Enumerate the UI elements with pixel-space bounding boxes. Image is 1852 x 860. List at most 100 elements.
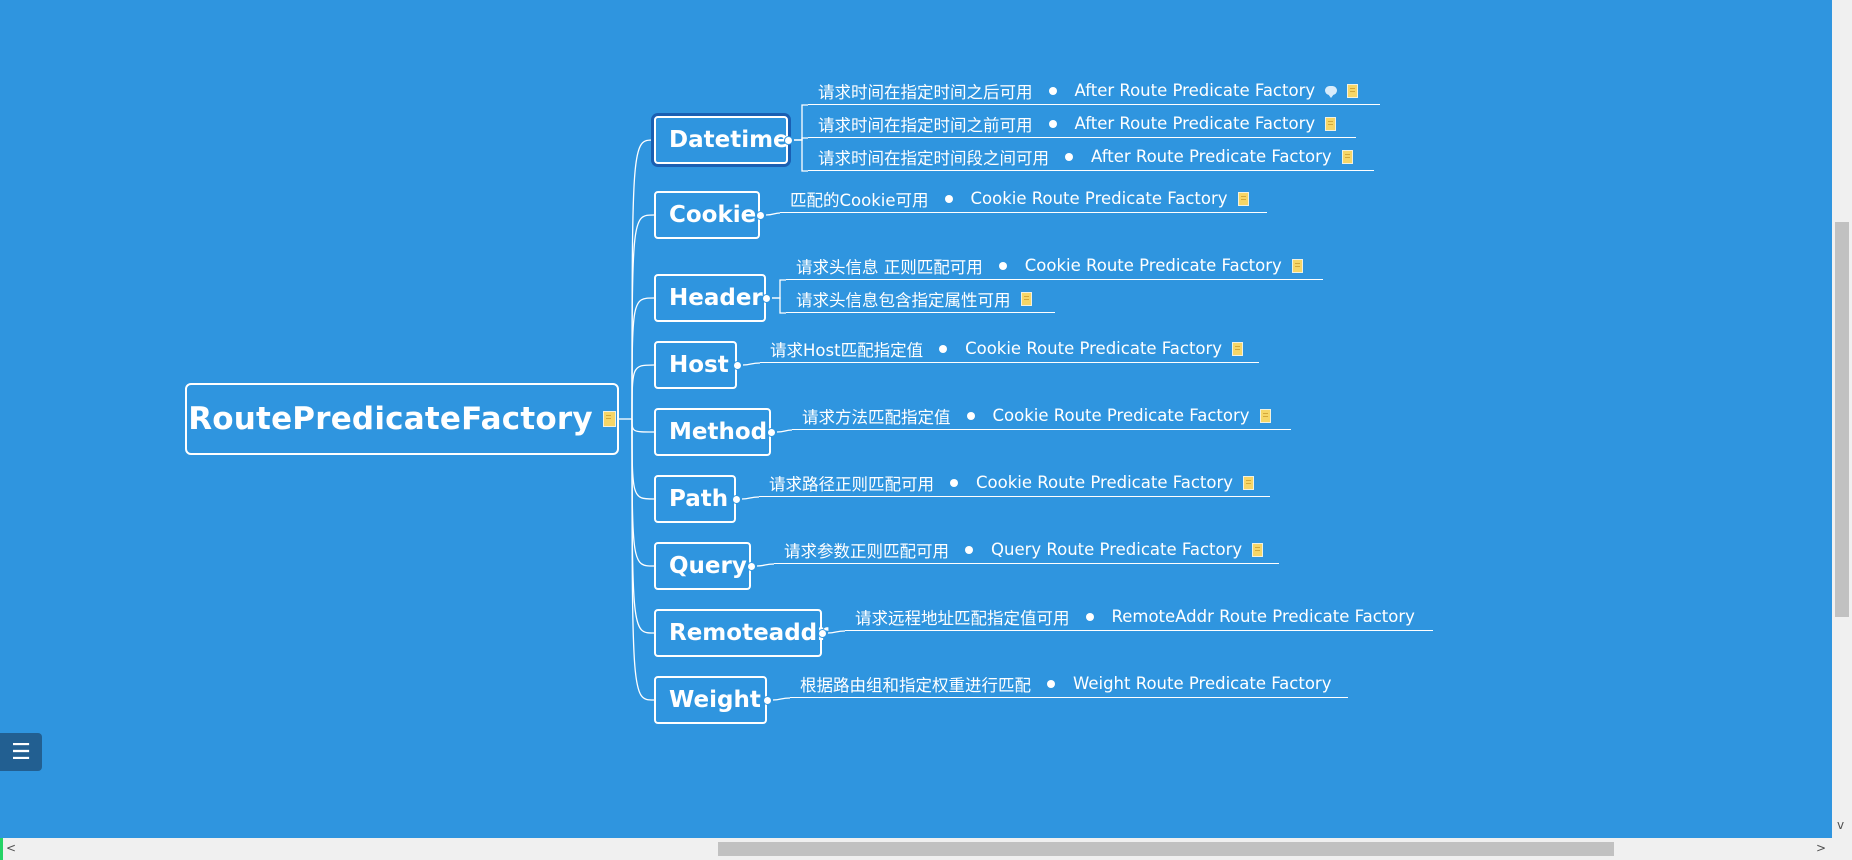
branch-connector <box>631 364 655 420</box>
scroll-right-arrow[interactable]: > <box>1816 841 1826 855</box>
branch-label: Path <box>669 486 729 512</box>
horizontal-scrollbar[interactable]: < > <box>0 838 1852 860</box>
branch-connector <box>631 214 655 420</box>
leaf-connector <box>765 212 781 216</box>
leaf-connector <box>776 429 793 433</box>
branch-node-weight[interactable]: Weight <box>654 676 767 724</box>
leaf-description: 请求时间在指定时间之前可用 <box>818 115 1033 135</box>
leaf-connector <box>741 496 760 500</box>
comment-icon[interactable] <box>1325 86 1338 98</box>
leaf-topic[interactable]: 请求远程地址匹配指定值可用 RemoteAddr Route Predicate … <box>845 603 1433 631</box>
root-topic[interactable]: RoutePredicateFactory <box>185 383 619 455</box>
mindmap-canvas[interactable]: RoutePredicateFactory Datetime 请求时间在指定时间之… <box>0 0 1832 838</box>
scroll-left-arrow[interactable]: < <box>6 841 16 855</box>
factory-name: Query Route Predicate Factory <box>991 540 1243 559</box>
leaf-topic[interactable]: 请求头信息包含指定属性可用 <box>786 285 1055 313</box>
window-edge-indicator <box>0 838 3 860</box>
leaf-connector <box>742 362 761 366</box>
leaf-connector <box>772 279 786 299</box>
branch-label: Datetime <box>669 127 789 153</box>
branch-label: Header <box>669 285 763 311</box>
bullet-dot <box>1065 152 1073 161</box>
collapse-toggle[interactable] <box>747 562 756 571</box>
leaf-description: 请求头信息 正则匹配可用 <box>796 257 983 277</box>
leaf-description: 请求时间在指定时间段之间可用 <box>818 148 1049 168</box>
bullet-dot <box>1048 119 1057 128</box>
bullet-dot <box>1048 86 1057 95</box>
note-icon[interactable] <box>1347 83 1359 98</box>
branch-connector <box>631 418 655 567</box>
collapse-toggle[interactable] <box>818 629 827 638</box>
branch-node-path[interactable]: Path <box>654 475 736 523</box>
note-icon[interactable] <box>1341 149 1353 164</box>
note-icon[interactable] <box>1232 341 1244 356</box>
note-icon[interactable] <box>1237 191 1249 206</box>
note-icon[interactable] <box>1020 291 1032 306</box>
branch-connector <box>631 418 655 701</box>
leaf-topic[interactable]: 请求时间在指定时间之后可用 After Route Predicate Facto… <box>808 77 1380 105</box>
leaf-connector <box>827 630 846 634</box>
leaf-connector <box>756 563 775 567</box>
outline-toggle-button[interactable]: ☰ <box>0 733 42 771</box>
leaf-connector <box>772 297 786 314</box>
note-icon[interactable] <box>1291 258 1303 273</box>
branch-connector <box>631 418 655 433</box>
collapse-toggle[interactable] <box>763 696 772 705</box>
bullet-dot <box>1047 679 1055 688</box>
leaf-topic[interactable]: 请求Host匹配指定值 Cookie Route Predicate Factor… <box>760 335 1259 363</box>
factory-name: Cookie Route Predicate Factory <box>992 406 1250 425</box>
branch-node-remoteaddr[interactable]: Remoteaddr <box>654 609 828 657</box>
collapse-toggle[interactable] <box>784 136 793 145</box>
leaf-connector <box>772 697 791 701</box>
factory-name: Cookie Route Predicate Factory <box>1024 256 1282 275</box>
leaf-topic[interactable]: 请求路径正则匹配可用 Cookie Route Predicate Factory <box>759 469 1270 497</box>
leaf-topic[interactable]: 请求头信息 正则匹配可用 Cookie Route Predicate Facto… <box>786 252 1323 280</box>
note-icon[interactable] <box>1259 408 1271 423</box>
leaf-topic[interactable]: 请求时间在指定时间段之间可用 After Route Predicate Fact… <box>808 143 1374 171</box>
leaf-description: 根据路由组和指定权重进行匹配 <box>800 675 1031 695</box>
root-topic-label: RoutePredicateFactory <box>188 401 593 437</box>
bullet-dot <box>965 545 973 554</box>
vertical-scrollbar[interactable]: v <box>1832 0 1852 838</box>
leaf-connector <box>794 104 808 141</box>
note-icon[interactable] <box>602 411 616 427</box>
branch-node-header[interactable]: Header <box>654 274 766 322</box>
collapse-toggle[interactable] <box>756 211 765 220</box>
leaf-description: 请求Host匹配指定值 <box>770 340 924 360</box>
collapse-toggle[interactable] <box>733 361 742 370</box>
branch-node-query[interactable]: Query <box>654 542 751 590</box>
collapse-toggle[interactable] <box>762 294 771 303</box>
note-icon[interactable] <box>1243 475 1254 490</box>
bullet-dot <box>950 478 958 487</box>
vertical-scroll-thumb[interactable] <box>1835 222 1849 617</box>
leaf-topic[interactable]: 请求参数正则匹配可用 Query Route Predicate Factory <box>774 536 1279 564</box>
note-icon[interactable] <box>1252 542 1264 557</box>
bullet-dot <box>939 344 948 353</box>
leaf-topic[interactable]: 匹配的Cookie可用 Cookie Route Predicate Factor… <box>780 185 1267 213</box>
leaf-description: 请求参数正则匹配可用 <box>784 541 949 561</box>
branch-label: Weight <box>669 687 761 713</box>
branch-node-host[interactable]: Host <box>654 341 737 389</box>
bullet-dot <box>944 194 953 203</box>
branch-node-method[interactable]: Method <box>654 408 771 456</box>
branch-label: Query <box>669 553 747 579</box>
branch-node-datetime[interactable]: Datetime <box>654 116 789 164</box>
note-icon[interactable] <box>1325 116 1337 131</box>
collapse-toggle[interactable] <box>767 428 776 437</box>
branch-connector <box>631 418 655 634</box>
leaf-topic[interactable]: 请求方法匹配指定值 Cookie Route Predicate Factory <box>792 402 1291 430</box>
bullet-dot <box>998 261 1007 270</box>
factory-name: After Route Predicate Factory <box>1091 147 1332 166</box>
leaf-topic[interactable]: 请求时间在指定时间之前可用 After Route Predicate Facto… <box>808 110 1356 138</box>
branch-node-cookie[interactable]: Cookie <box>654 191 760 239</box>
factory-name: RemoteAddr Route Predicate Factory <box>1111 607 1415 626</box>
leaf-description: 请求路径正则匹配可用 <box>769 474 934 494</box>
collapse-toggle[interactable] <box>732 495 741 504</box>
branch-connector <box>631 139 655 420</box>
factory-name: After Route Predicate Factory <box>1074 114 1316 133</box>
list-outline-icon: ☰ <box>11 739 31 765</box>
scroll-down-arrow[interactable]: v <box>1837 818 1844 832</box>
branch-connector <box>631 297 655 420</box>
leaf-topic[interactable]: 根据路由组和指定权重进行匹配 Weight Route Predicate Fac… <box>790 670 1348 698</box>
horizontal-scroll-thumb[interactable] <box>718 842 1614 856</box>
